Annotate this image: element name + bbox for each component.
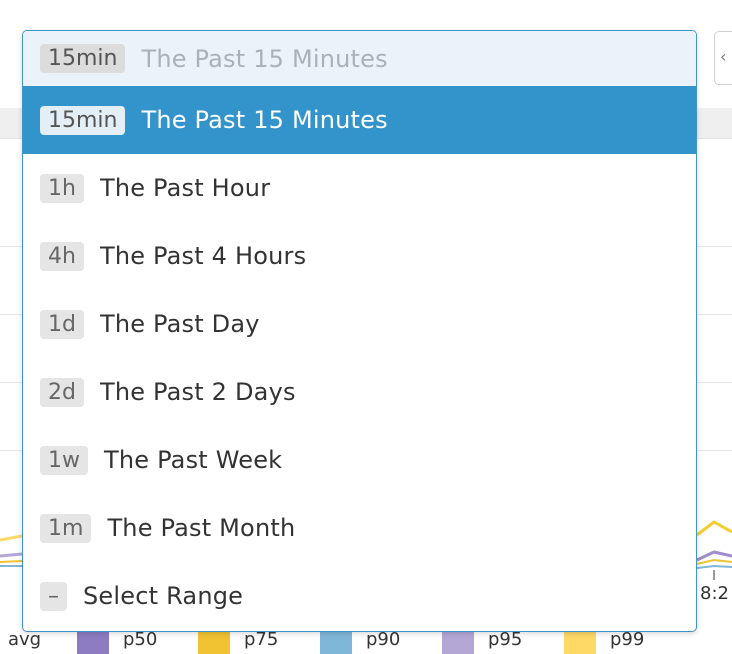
series-line-p99 xyxy=(0,534,23,542)
time-badge: 2d xyxy=(40,377,84,407)
option-label: The Past Month xyxy=(107,514,296,542)
option-label: The Past Day xyxy=(99,310,260,338)
option-label: The Past 15 Minutes xyxy=(141,106,388,134)
time-range-selected-display[interactable]: 15min The Past 15 Minutes xyxy=(23,31,696,87)
series-line-p75-right xyxy=(696,558,732,565)
option-2d[interactable]: 2d The Past 2 Days xyxy=(23,358,696,426)
x-axis-tick-label: 8:2 xyxy=(700,583,729,604)
option-1h[interactable]: 1h The Past Hour xyxy=(23,154,696,222)
series-line-p95 xyxy=(0,552,23,558)
option-label: The Past 2 Days xyxy=(99,378,296,406)
series-line-p90-right xyxy=(696,564,732,569)
time-range-dropdown[interactable]: 15min The Past 15 Minutes 15min The Past… xyxy=(22,30,697,632)
option-1w[interactable]: 1w The Past Week xyxy=(23,426,696,494)
time-badge: 1d xyxy=(40,309,84,339)
option-15min[interactable]: 15min The Past 15 Minutes xyxy=(23,86,696,154)
time-badge: – xyxy=(40,581,67,611)
option-1m[interactable]: 1m The Past Month xyxy=(23,494,696,562)
series-line-p75 xyxy=(0,560,23,563)
time-badge: 4h xyxy=(40,241,84,271)
series-line-p99-right xyxy=(696,520,732,537)
time-badge: 1h xyxy=(40,173,84,203)
option-select-range[interactable]: – Select Range xyxy=(23,562,696,630)
time-badge: 15min xyxy=(40,105,126,135)
option-label: The Past Hour xyxy=(99,174,271,202)
option-label: Select Range xyxy=(83,582,244,610)
time-badge: 15min xyxy=(40,44,126,73)
time-badge: 1w xyxy=(40,445,88,475)
option-1d[interactable]: 1d The Past Day xyxy=(23,290,696,358)
time-badge: 1m xyxy=(40,513,92,543)
option-label: The Past Week xyxy=(104,446,283,474)
option-4h[interactable]: 4h The Past 4 Hours xyxy=(23,222,696,290)
series-line-p95-right xyxy=(696,550,732,562)
time-range-label: The Past 15 Minutes xyxy=(141,44,388,73)
option-label: The Past 4 Hours xyxy=(99,242,307,270)
